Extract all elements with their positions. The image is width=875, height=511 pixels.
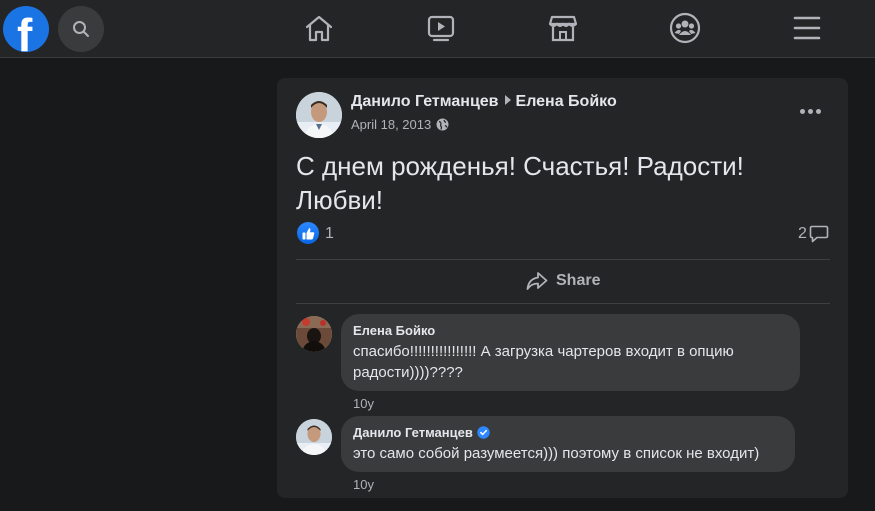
marketplace-icon: [548, 15, 578, 42]
comment-count-value: 2: [798, 225, 807, 242]
top-navigation-bar: f: [0, 0, 875, 58]
share-button[interactable]: Share: [526, 269, 600, 293]
person-avatar-image: [296, 92, 342, 138]
divider: [296, 259, 830, 260]
facebook-logo[interactable]: f: [3, 6, 49, 52]
home-icon: [305, 15, 333, 42]
nav-menu[interactable]: [787, 10, 827, 46]
more-options-button[interactable]: [796, 101, 824, 121]
comment-time[interactable]: 10y: [353, 396, 374, 411]
search-button[interactable]: [58, 6, 104, 52]
like-reaction-badge[interactable]: [297, 222, 319, 244]
post-author-avatar[interactable]: [296, 92, 342, 138]
post-card: Данило Гетманцев Елена Бойко April 18, 20…: [277, 78, 848, 498]
comment-icon: [809, 225, 829, 243]
comment-text: это само собой разумеется))) поэтому в с…: [353, 445, 760, 462]
share-label: Share: [556, 272, 601, 289]
post-text: С днем рожденья! Счастья! Радости! Любви…: [296, 151, 744, 215]
post-date-line: April 18, 2013: [351, 117, 449, 132]
comment-time[interactable]: 10y: [353, 477, 374, 492]
comment-author-name-text: Елена Бойко: [353, 323, 436, 338]
comment-author-name[interactable]: Елена Бойко: [353, 322, 788, 339]
nav-watch[interactable]: [421, 10, 461, 46]
search-icon: [73, 21, 89, 37]
thumbs-up-icon: [302, 227, 314, 239]
facebook-logo-letter: f: [17, 9, 33, 52]
comment-author-avatar[interactable]: [296, 419, 332, 455]
divider: [296, 303, 830, 304]
like-count[interactable]: 1: [325, 225, 334, 243]
share-icon: [526, 272, 548, 290]
post-date[interactable]: April 18, 2013: [351, 117, 431, 132]
groups-icon: [669, 12, 701, 44]
nav-groups[interactable]: [665, 10, 705, 46]
post-author-line: Данило Гетманцев Елена Бойко: [351, 93, 617, 111]
comment-text: спасибо!!!!!!!!!!!!!!!! А загрузка чарте…: [353, 343, 734, 381]
more-dot-icon: [815, 108, 821, 114]
person-avatar-image: [296, 316, 332, 352]
more-dot-icon: [799, 108, 805, 114]
more-dot-icon: [807, 108, 813, 114]
comment-author-name-text: Данило Гетманцев: [353, 425, 473, 440]
comment-bubble: Данило Гетманцев это само собой разумеет…: [341, 416, 795, 472]
comment-author-name[interactable]: Данило Гетманцев: [353, 424, 783, 441]
globe-icon: [436, 118, 449, 131]
person-avatar-image: [296, 419, 332, 455]
verified-badge-icon: [477, 426, 490, 439]
nav-marketplace[interactable]: [543, 10, 583, 46]
arrow-right-icon: [504, 95, 511, 105]
comment-count[interactable]: 2: [798, 225, 829, 243]
post-author-name[interactable]: Данило Гетманцев: [351, 93, 499, 110]
comment-bubble: Елена Бойко спасибо!!!!!!!!!!!!!!!! А за…: [341, 314, 800, 391]
comment-author-avatar[interactable]: [296, 316, 332, 352]
post-recipient-name[interactable]: Елена Бойко: [516, 93, 617, 110]
menu-icon: [793, 16, 821, 40]
nav-home[interactable]: [299, 10, 339, 46]
watch-icon: [427, 15, 455, 42]
